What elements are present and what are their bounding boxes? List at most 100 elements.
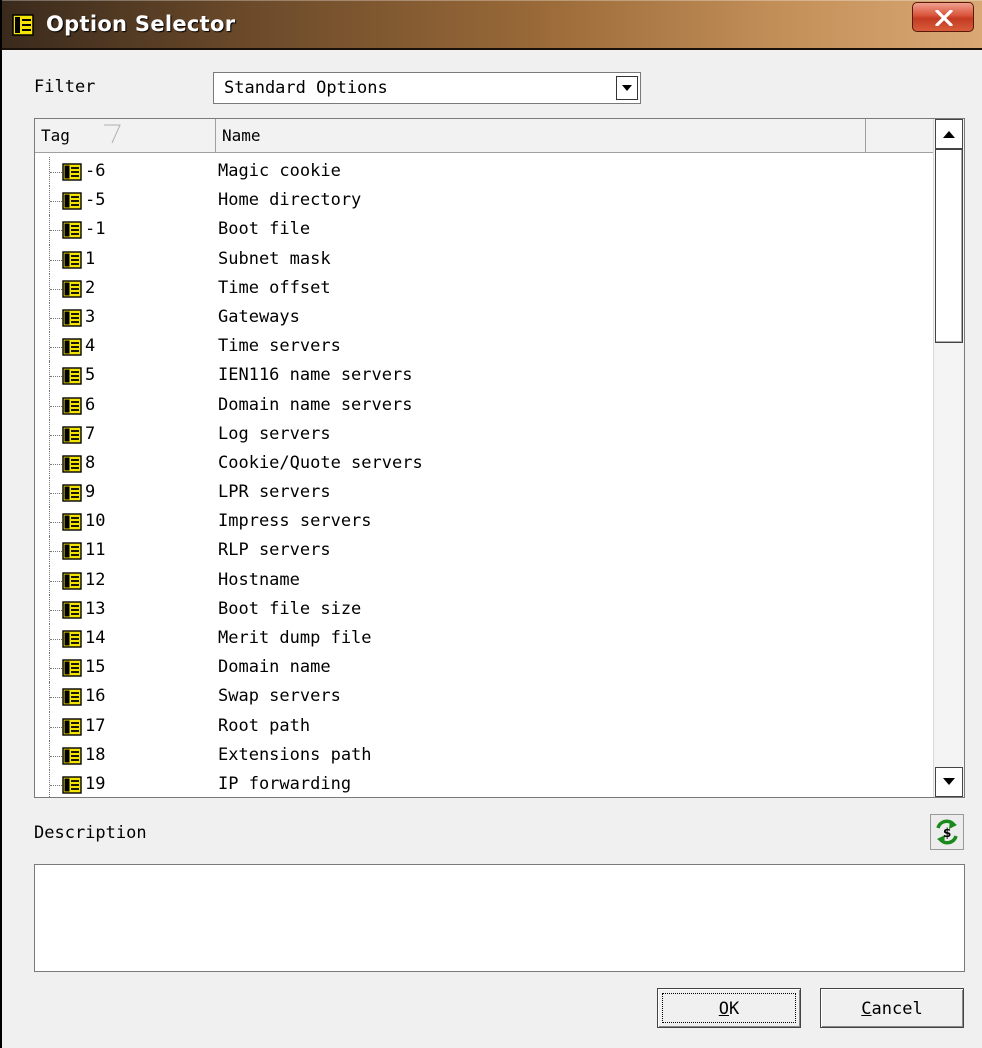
option-tag: 10 [85,511,106,532]
list-item[interactable]: 15 Domain name [35,653,933,683]
option-name: Domain name [218,657,331,678]
option-name: Time servers [218,336,341,357]
scrollbar-thumb[interactable] [935,149,963,343]
close-button[interactable] [912,2,974,32]
option-icon [62,250,82,269]
option-icon [62,513,82,531]
tree-branch [50,551,62,553]
list-item[interactable]: 14 Merit dump file [35,624,933,654]
list-item[interactable]: 17 Root path [35,711,933,741]
tree-branch [50,317,62,319]
window-title: Option Selector [46,12,236,36]
option-name: Log servers [218,423,331,444]
option-icon [62,455,82,473]
name-column-header[interactable]: Name [216,119,866,152]
tree-branch [50,609,62,611]
option-name: IEN116 name servers [218,365,413,386]
list-header: Tag Name [35,119,933,153]
option-name: Gateways [218,306,300,327]
option-icon [62,630,82,648]
list-item[interactable]: 2 Time offset [35,273,933,303]
option-selector-dialog: Option Selector Filter Standard Options … [0,0,982,1048]
tree-branch [50,230,62,232]
list-item[interactable]: 6 Domain name servers [35,390,933,420]
list-item[interactable]: 8 Cookie/Quote servers [35,448,933,479]
list-item[interactable]: 11 RLP servers [35,536,933,566]
extra-column-header[interactable] [866,119,933,152]
scroll-down-button[interactable] [935,767,963,797]
tree-branch [50,697,62,699]
filter-dropdown[interactable]: Standard Options [213,72,641,104]
name-column-label: Name [222,126,261,145]
option-name: RLP servers [218,540,331,561]
option-name: Impress servers [218,511,372,532]
list-item[interactable]: 4 Time servers [35,332,933,362]
svg-text:$: $ [943,826,951,840]
filter-selected-value: Standard Options [224,78,388,98]
refresh-button[interactable]: $ [930,814,964,850]
list-rows: -6 Magic cookie -5 Home directory -1 Boot fil… [35,157,933,797]
chevron-down-icon [622,85,632,91]
list-item[interactable]: 19 IP forwarding [35,769,933,797]
option-name: Root path [218,715,311,736]
tree-branch [50,434,62,436]
list-item[interactable]: 13 Boot file size [35,594,933,624]
option-icon [62,309,82,327]
arrow-up-icon [943,131,955,138]
filter-dropdown-button[interactable] [616,76,638,100]
title-bar[interactable]: Option Selector [2,0,982,50]
option-tag: 12 [85,569,106,590]
option-name: Extensions path [218,744,372,765]
option-name: Hostname [218,569,300,590]
option-name: Boot file [218,219,311,240]
cancel-button[interactable]: Cancel [820,988,964,1028]
option-tag: -5 [85,190,106,211]
tree-branch [50,493,62,495]
list-item[interactable]: 7 Log servers [35,419,933,449]
close-icon [935,10,953,26]
ok-button[interactable]: OK [657,988,801,1028]
list-item[interactable]: -6 Magic cookie [35,157,933,187]
cancel-button-label: Cancel [861,999,923,1019]
option-icon [62,659,82,677]
list-item[interactable]: 1 Subnet mask [35,244,933,274]
scroll-up-button[interactable] [935,119,963,149]
tree-branch [50,376,62,378]
description-textbox[interactable] [34,864,965,972]
list-item[interactable]: 18 Extensions path [35,740,933,770]
option-icon [62,425,82,444]
option-name: IP forwarding [218,773,352,794]
list-item[interactable]: -5 Home directory [35,186,933,216]
tree-branch [50,288,62,290]
vertical-scrollbar[interactable] [933,119,964,797]
option-tag: 2 [85,277,96,298]
tag-column-label: Tag [41,126,70,145]
list-item[interactable]: 5 IEN116 name servers [35,361,933,391]
option-icon [62,221,82,240]
option-tag: 8 [85,452,96,473]
option-tag: 17 [85,715,106,736]
ok-button-label: OK [718,999,740,1019]
option-tag: 9 [85,482,96,503]
list-item[interactable]: 16 Swap servers [35,682,933,712]
tree-branch [50,347,62,349]
option-icon [62,717,82,736]
list-item[interactable]: 9 LPR servers [35,478,933,508]
list-item[interactable]: -1 Boot file [35,215,933,245]
sort-arrow-icon [104,124,121,144]
option-tag: 14 [85,628,106,648]
list-item[interactable]: 10 Impress servers [35,507,933,537]
option-tag: 3 [85,306,96,327]
tree-branch [50,639,62,640]
option-tag: 4 [85,336,96,357]
option-icon [62,280,82,298]
options-list[interactable]: Tag Name -6 Magic cookie -5 Home directory -… [34,118,965,798]
option-tag: 1 [85,248,96,269]
list-item[interactable]: 12 Hostname [35,565,933,595]
tree-branch [50,784,62,786]
option-selector-icon [12,14,34,36]
list-item[interactable]: 3 Gateways [35,302,933,333]
option-tag: 16 [85,686,106,707]
tree-branch [50,259,62,261]
tag-column-header[interactable]: Tag [35,119,216,152]
